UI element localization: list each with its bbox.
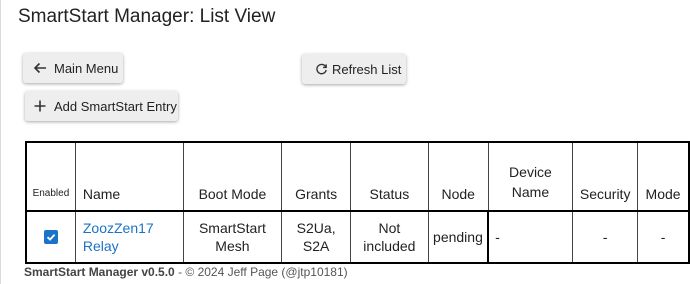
device-name-link[interactable]: ZoozZen17 Relay [83,220,154,254]
enabled-checkbox[interactable] [43,230,58,244]
header-boot-mode[interactable]: Boot Mode [182,141,283,212]
page-title: SmartStart Manager: List View [18,6,276,27]
name-cell: ZoozZen17 Relay [74,210,184,264]
security-cell: - [572,210,639,264]
left-divider [0,0,1,284]
boot-mode-cell: SmartStart Mesh [182,210,283,264]
header-status[interactable]: Status [350,141,429,212]
app-version: SmartStart Manager v0.5.0 [24,265,175,279]
copyright: - © 2024 Jeff Page (@jtp10181) [178,265,348,279]
table-row: ZoozZen17 Relay SmartStart Mesh S2Ua, S2… [25,210,690,264]
table-header-row: Enabled Name Boot Mode Grants Status Nod… [25,141,690,212]
device-name-cell: - [487,210,574,264]
header-node[interactable]: Node [427,141,489,212]
grants-cell: S2Ua, S2A [281,210,351,264]
status-cell: Not included [350,210,429,264]
header-security[interactable]: Security [572,141,639,212]
header-enabled[interactable]: Enabled [25,141,76,212]
main-menu-label: Main Menu [54,60,119,76]
smartstart-table: Enabled Name Boot Mode Grants Status Nod… [25,141,690,264]
check-icon [46,233,56,241]
refresh-icon [315,63,328,76]
mode-cell: - [637,210,690,264]
add-entry-label: Add SmartStart Entry [54,98,177,114]
arrow-left-icon [33,61,47,75]
footer: SmartStart Manager v0.5.0 - © 2024 Jeff … [24,265,348,279]
node-cell: pending [427,210,490,264]
header-mode[interactable]: Mode [637,141,690,212]
refresh-list-button[interactable]: Refresh List [302,54,406,84]
add-smartstart-entry-button[interactable]: Add SmartStart Entry [25,91,178,121]
header-grants[interactable]: Grants [281,141,351,212]
main-menu-button[interactable]: Main Menu [23,53,123,83]
header-device-name[interactable]: Device Name [487,141,574,212]
header-name[interactable]: Name [74,141,184,212]
refresh-list-label: Refresh List [332,61,402,77]
enabled-cell [25,210,76,264]
plus-icon [34,100,46,112]
